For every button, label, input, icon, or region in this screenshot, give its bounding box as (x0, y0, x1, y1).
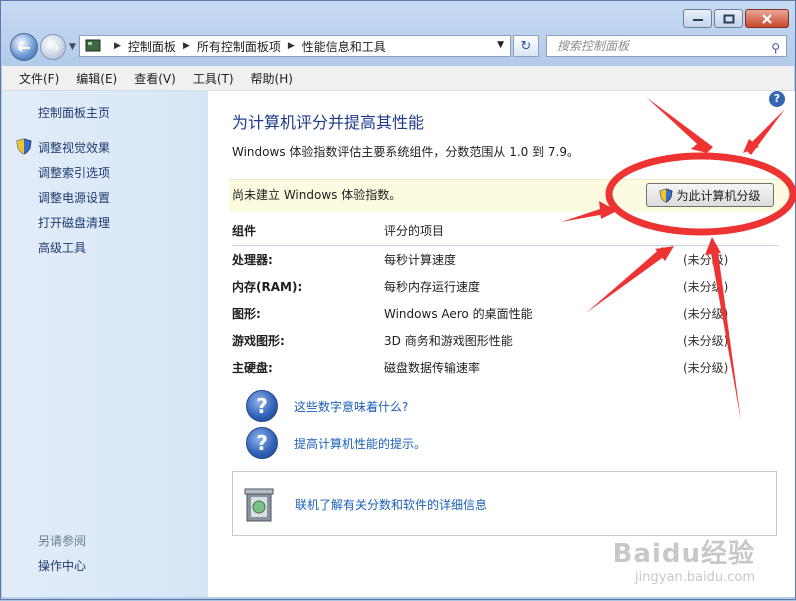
row-component: 主硬盘: (232, 361, 273, 375)
notice-text: 尚未建立 Windows 体验指数。 (232, 188, 402, 202)
link-text[interactable]: 提高计算机性能的提示。 (294, 435, 426, 452)
main-content: ? 为计算机评分并提高其性能 Windows 体验指数评估主要系统组件，分数范围… (208, 91, 795, 597)
row-component: 内存(RAM): (232, 280, 303, 294)
sidebar-link-indexing[interactable]: 调整索引选项 (38, 164, 110, 181)
help-icon[interactable]: ? (769, 91, 785, 107)
address-bar[interactable]: ▶ 控制面板 ▶ 所有控制面板项 ▶ 性能信息和工具 ▼ (79, 35, 511, 57)
info-link[interactable]: 联机了解有关分数和软件的详细信息 (295, 496, 487, 513)
refresh-button[interactable]: ↻ (513, 35, 539, 57)
link-text[interactable]: 这些数字意味着什么? (294, 398, 408, 415)
recent-pages-dropdown-icon[interactable]: ▼ (69, 42, 76, 52)
row-component: 处理器: (232, 253, 273, 267)
back-arrow-icon: ← (17, 37, 31, 57)
navigation: ← → ▼ (10, 33, 76, 61)
sidebar-home-link[interactable]: 控制面板主页 (38, 104, 110, 121)
title-buttons (683, 9, 789, 28)
close-icon (762, 13, 772, 24)
minimize-icon (692, 18, 703, 21)
notice-bar: 尚未建立 Windows 体验指数。 为此计算机分级 (229, 179, 793, 212)
help-link-tips[interactable]: ? 提高计算机性能的提示。 (246, 427, 426, 459)
table-header: 组件 评分的项目 (232, 213, 778, 246)
search-input[interactable]: 搜索控制面板 ⚲ (546, 35, 787, 57)
page-title: 为计算机评分并提高其性能 (232, 113, 425, 132)
breadcrumb-separator[interactable]: ▶ (288, 41, 295, 51)
sidebar: 控制面板主页 调整视觉效果 调整索引选项 调整电源设置 打开磁盘清理 高级工具 … (2, 91, 208, 597)
maximize-icon (723, 14, 734, 23)
refresh-icon: ↻ (520, 38, 532, 54)
watermark-logo: Baidu经验 (612, 539, 755, 569)
table-row: 图形: Windows Aero 的桌面性能 (未分级) (232, 301, 778, 328)
row-component: 图形: (232, 307, 261, 321)
header-item: 评分的项目 (384, 224, 445, 238)
info-box: 联机了解有关分数和软件的详细信息 (232, 471, 777, 536)
sidebar-link-action-center[interactable]: 操作中心 (38, 557, 86, 574)
menu-edit[interactable]: 编辑(E) (76, 70, 117, 87)
row-score: (未分级) (683, 253, 729, 267)
row-score: (未分级) (683, 307, 729, 321)
breadcrumb-separator[interactable]: ▶ (183, 41, 190, 51)
search-placeholder: 搜索控制面板 (557, 39, 630, 53)
question-icon: ? (246, 427, 278, 459)
breadcrumb-all-items[interactable]: 所有控制面板项 (197, 38, 281, 55)
maximize-button[interactable] (714, 9, 743, 28)
forward-arrow-icon: → (46, 37, 60, 57)
sidebar-link-advanced-tools[interactable]: 高级工具 (38, 239, 86, 256)
watermark-url: jingyan.baidu.com (635, 570, 755, 585)
row-score: (未分级) (683, 334, 729, 348)
page-description: Windows 体验指数评估主要系统组件，分数范围从 1.0 到 7.9。 (232, 145, 579, 159)
help-link-meaning[interactable]: ? 这些数字意味着什么? (246, 390, 408, 422)
search-icon[interactable]: ⚲ (771, 38, 780, 58)
back-button[interactable]: ← (10, 33, 38, 61)
breadcrumb-separator[interactable]: ▶ (114, 41, 121, 51)
sidebar-link-visual-effects[interactable]: 调整视觉效果 (38, 139, 110, 156)
header-component: 组件 (232, 224, 257, 238)
sidebar-link-power[interactable]: 调整电源设置 (38, 189, 110, 206)
close-button[interactable] (745, 9, 789, 28)
rate-computer-button[interactable]: 为此计算机分级 (646, 183, 774, 207)
breadcrumb-performance[interactable]: 性能信息和工具 (302, 38, 386, 55)
row-item: Windows Aero 的桌面性能 (384, 307, 533, 321)
sidebar-link-disk-cleanup[interactable]: 打开磁盘清理 (38, 214, 110, 231)
forward-button[interactable]: → (40, 34, 66, 60)
see-also-heading: 另请参阅 (38, 534, 87, 548)
question-icon: ? (246, 390, 278, 422)
row-item: 每秒计算速度 (384, 253, 457, 267)
row-score: (未分级) (683, 361, 729, 375)
table-row: 内存(RAM): 每秒内存运行速度 (未分级) (232, 274, 778, 301)
uac-shield-icon (659, 187, 674, 203)
address-dropdown-icon[interactable]: ▼ (497, 40, 504, 50)
window: ← → ▼ ▶ 控制面板 ▶ 所有控制面板项 ▶ 性能信息和工具 ▼ ↻ 搜索控… (0, 0, 796, 600)
row-item: 磁盘数据传输速率 (384, 361, 481, 375)
software-box-icon (244, 488, 274, 522)
row-item: 3D 商务和游戏图形性能 (384, 334, 513, 348)
watermark: Baidu经验 jingyan.baidu.com (613, 533, 755, 585)
row-item: 每秒内存运行速度 (384, 280, 481, 294)
menu-view[interactable]: 查看(V) (134, 70, 176, 87)
table-row: 主硬盘: 磁盘数据传输速率 (未分级) (232, 355, 778, 382)
control-panel-icon (85, 39, 101, 52)
minimize-button[interactable] (683, 9, 712, 28)
menu-help[interactable]: 帮助(H) (251, 70, 293, 87)
table-row: 处理器: 每秒计算速度 (未分级) (232, 247, 778, 274)
menu-file[interactable]: 文件(F) (19, 70, 59, 87)
uac-shield-icon (16, 138, 32, 155)
row-component: 游戏图形: (232, 334, 285, 348)
rate-button-label: 为此计算机分级 (676, 188, 761, 203)
table-row: 游戏图形: 3D 商务和游戏图形性能 (未分级) (232, 328, 778, 355)
menu-tools[interactable]: 工具(T) (193, 70, 234, 87)
menu-bar: 文件(F) 编辑(E) 查看(V) 工具(T) 帮助(H) (2, 66, 794, 91)
breadcrumb-control-panel[interactable]: 控制面板 (128, 38, 176, 55)
row-score: (未分级) (683, 280, 729, 294)
